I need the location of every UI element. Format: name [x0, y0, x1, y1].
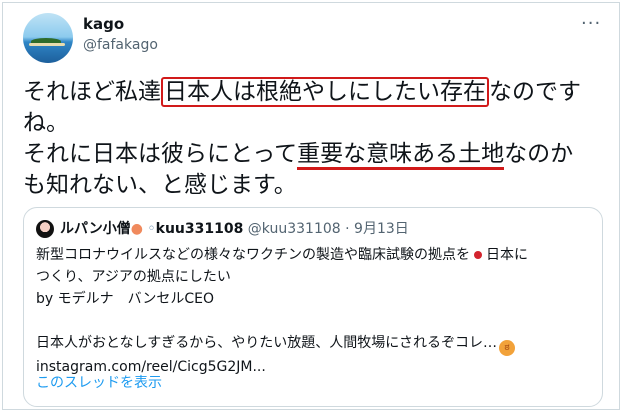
quote-display-name[interactable]: ルパン小僧 — [60, 221, 131, 237]
quote-username[interactable]: kuu331108 — [156, 221, 244, 237]
quote-header: ルパン小僧● ◦kuu331108 @kuu331108 · 9月13日 — [60, 218, 409, 238]
show-thread-link[interactable]: このスレッドを表示 — [36, 372, 162, 392]
tweet-text: それほど私達 日本人は根絶やしにしたい存在 なのです ね。 それに日本は彼らにとって… — [23, 77, 613, 201]
quote-body: 新型コロナウイルスなどの様々なワクチンの製造や臨床試験の拠点を 日本に つくり、ア… — [36, 244, 592, 378]
quote-date[interactable]: 9月13日 — [354, 221, 409, 237]
quoted-tweet[interactable]: ルパン小僧● ◦kuu331108 @kuu331108 · 9月13日 新型コ… — [23, 207, 603, 407]
quote-line-2: つくり、アジアの拠点にしたい — [36, 269, 231, 285]
quote-line-3: by モデルナ バンセルCEO — [36, 291, 214, 307]
quote-line-1a: 新型コロナウイルスなどの様々なワクチンの製造や臨床試験の拠点を — [36, 247, 470, 263]
quote-line: 日本人がおとなしすぎるから、やりたい放題、人間牧場にされるぞコレ… ಠ — [36, 332, 592, 356]
boxed-highlight: 日本人は根絶やしにしたい存在 — [161, 77, 489, 107]
more-horizontal-icon[interactable]: ··· — [581, 13, 601, 34]
quote-handle[interactable]: @kuu331108 — [248, 221, 341, 237]
tweet-text-part1: それほど私達 — [23, 79, 161, 105]
separator-dot: · — [340, 221, 355, 237]
display-name[interactable]: kago — [83, 15, 124, 33]
underlined-highlight: 重要な意味ある土地 — [297, 141, 505, 170]
quote-avatar[interactable] — [36, 220, 54, 238]
japan-flag-icon — [474, 251, 482, 259]
quote-line: 新型コロナウイルスなどの様々なワクチンの製造や臨床試験の拠点を 日本に — [36, 244, 592, 266]
angry-face-icon: ಠ — [499, 340, 516, 356]
quote-line-1b: 日本に — [486, 247, 528, 263]
ring-icon: ◦ — [147, 221, 156, 237]
user-handle[interactable]: @fafakago — [83, 37, 158, 53]
tweet-card: kago @fafakago ··· それほど私達 日本人は根絶やしにしたい存在な… — [2, 2, 620, 410]
quote-line-4: 日本人がおとなしすぎるから、やりたい放題、人間牧場にされるぞコレ… — [36, 335, 498, 351]
peach-icon: ● — [130, 221, 143, 237]
avatar[interactable] — [23, 13, 73, 63]
beach-image — [29, 43, 65, 46]
